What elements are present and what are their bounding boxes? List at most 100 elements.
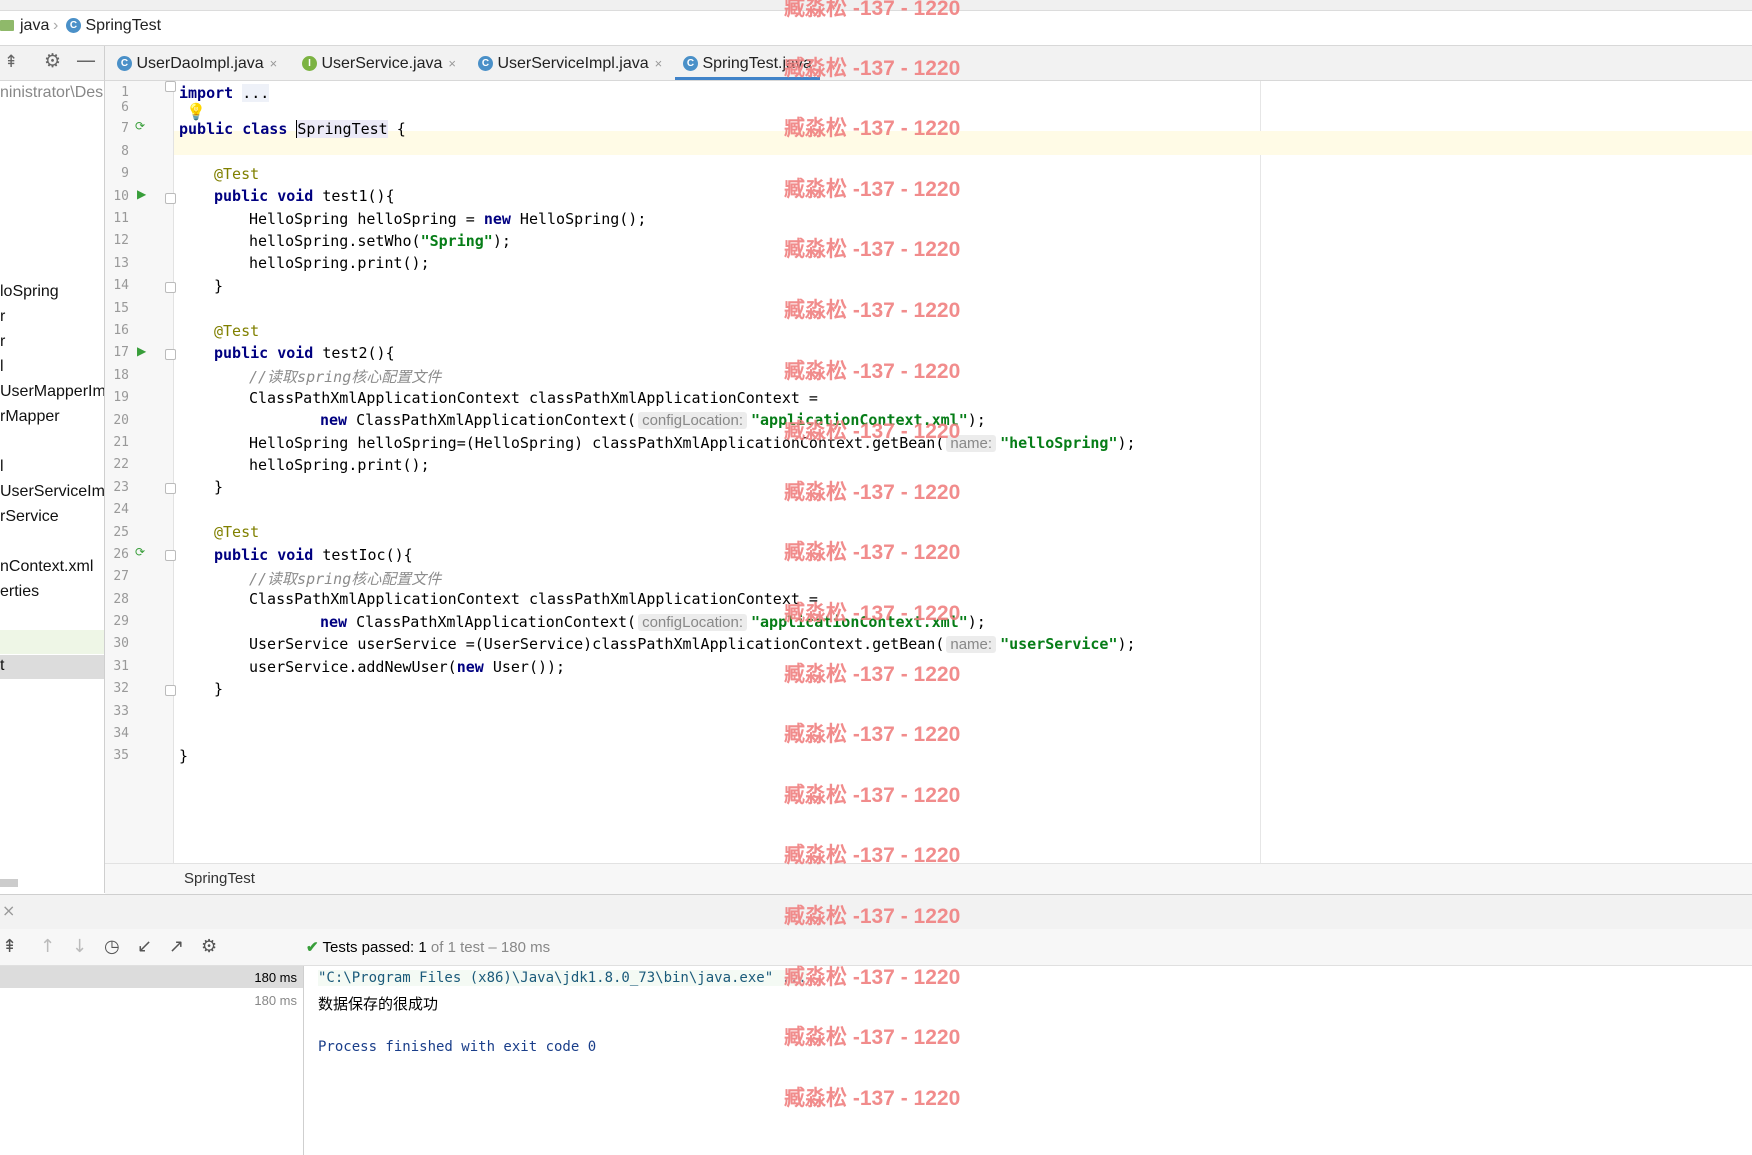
- export-tests-icon[interactable]: ↗: [169, 936, 184, 957]
- gear-icon[interactable]: ⚙: [44, 50, 61, 72]
- gear-icon[interactable]: ⚙: [201, 936, 217, 957]
- editor-breadcrumb-class[interactable]: SpringTest: [184, 870, 255, 887]
- code-line-31: userService.addNewUser(new User());: [249, 658, 566, 676]
- project-tree-item[interactable]: l: [0, 358, 4, 376]
- project-tree-item[interactable]: nContext.xml: [0, 558, 93, 576]
- line-number: 30: [113, 636, 129, 651]
- code-line-13: helloSpring.print();: [249, 254, 430, 272]
- fold-marker[interactable]: [165, 349, 176, 360]
- watermark-text: 臧淼松 -137 - 1220: [784, 0, 961, 20]
- line-number: 11: [113, 211, 129, 226]
- project-tree-item[interactable]: UserServiceIm: [0, 483, 104, 501]
- code-line-16: @Test: [214, 322, 260, 340]
- code-line-23: }: [214, 478, 224, 496]
- run-class-icon[interactable]: ⟳: [135, 119, 145, 133]
- run-test-icon[interactable]: ▶: [137, 344, 146, 358]
- run-test-icon[interactable]: ▶: [137, 187, 146, 201]
- project-tree-highlight: [0, 630, 104, 654]
- watermark-text: 臧淼松 -137 - 1220: [784, 360, 961, 383]
- test-status: ✔ Tests passed: 1 of 1 test – 180 ms: [306, 939, 551, 956]
- line-number: 13: [113, 256, 129, 271]
- watermark-text: 臧淼松 -137 - 1220: [784, 541, 961, 564]
- fold-marker[interactable]: [165, 282, 176, 293]
- test-results-tree: 180 ms 180 ms: [0, 966, 304, 1155]
- close-icon[interactable]: ×: [448, 56, 456, 71]
- fold-marker[interactable]: [165, 193, 176, 204]
- code-line-12: helloSpring.setWho("Spring");: [249, 232, 511, 250]
- parameter-hint: configLocation:: [638, 412, 747, 429]
- watermark-text: 臧淼松 -137 - 1220: [784, 784, 961, 807]
- project-tree-item[interactable]: rService: [0, 508, 59, 526]
- line-number: 29: [113, 614, 129, 629]
- line-number: 26: [113, 547, 129, 562]
- fold-marker[interactable]: [165, 81, 176, 92]
- test-tree-row[interactable]: 180 ms: [0, 989, 303, 1011]
- code-line-19: ClassPathXmlApplicationContext classPath…: [249, 389, 818, 407]
- collapse-all-icon[interactable]: ⇞: [2, 936, 17, 957]
- breadcrumb-item-java[interactable]: java: [20, 17, 49, 35]
- hide-panel-icon[interactable]: —: [76, 48, 96, 72]
- line-number: 9: [121, 166, 129, 181]
- current-line-highlight: [174, 131, 1752, 155]
- console-output[interactable]: "C:\Program Files (x86)\Java\jdk1.8.0_73…: [304, 966, 1752, 1155]
- project-tree-item[interactable]: loSpring: [0, 283, 59, 301]
- class-icon: C: [117, 56, 132, 72]
- code-line-25: @Test: [214, 523, 260, 541]
- console-line-output: 数据保存的很成功: [318, 995, 439, 1013]
- code-line-27: //读取spring核心配置文件: [249, 570, 442, 588]
- watermark-text: 臧淼松 -137 - 1220: [784, 117, 961, 140]
- code-line-28: ClassPathXmlApplicationContext classPath…: [249, 590, 818, 608]
- watermark-text: 臧淼松 -137 - 1220: [784, 481, 961, 504]
- lightbulb-icon[interactable]: 💡: [186, 102, 206, 121]
- line-number: 10: [113, 189, 129, 204]
- tab-userserviceimpl[interactable]: C UserServiceImpl.java ×: [478, 46, 662, 80]
- line-number: 6: [121, 100, 129, 115]
- watermark-text: 臧淼松 -137 - 1220: [784, 844, 961, 867]
- project-tree-item[interactable]: UserMapperIm: [0, 383, 104, 401]
- arrow-up-icon[interactable]: ↑: [40, 936, 55, 957]
- tab-userdaoimpl[interactable]: C UserDaoImpl.java ×: [117, 46, 277, 80]
- parameter-hint: name:: [946, 636, 997, 653]
- watermark-text: 臧淼松 -137 - 1220: [784, 178, 961, 201]
- close-icon[interactable]: ×: [270, 56, 278, 71]
- project-tree-selected[interactable]: t: [0, 655, 104, 679]
- test-tree-row-selected[interactable]: 180 ms: [0, 966, 303, 988]
- check-icon: ✔: [306, 939, 319, 956]
- watermark-text: 臧淼松 -137 - 1220: [784, 420, 961, 443]
- fold-marker[interactable]: [165, 685, 176, 696]
- horizontal-scrollbar[interactable]: [0, 879, 18, 887]
- project-tree-item[interactable]: r: [0, 333, 5, 351]
- console-line-exit: Process finished with exit code 0: [318, 1039, 597, 1055]
- history-icon[interactable]: ◷: [104, 936, 120, 957]
- project-tree-item[interactable]: erties: [0, 583, 39, 601]
- code-line-22: helloSpring.print();: [249, 456, 430, 474]
- code-line-7: public class SpringTest {: [179, 120, 406, 138]
- line-number: 8: [121, 144, 129, 159]
- code-line-32: }: [214, 680, 224, 698]
- fold-marker[interactable]: [165, 550, 176, 561]
- collapse-all-icon[interactable]: ⇞: [4, 52, 18, 72]
- console-line-command: "C:\Program Files (x86)\Java\jdk1.8.0_73…: [318, 970, 807, 986]
- watermark-text: 臧淼松 -137 - 1220: [784, 299, 961, 322]
- project-tree-item[interactable]: l: [0, 458, 4, 476]
- run-test-icon[interactable]: ⟳: [135, 545, 145, 559]
- fold-marker[interactable]: [165, 483, 176, 494]
- project-path: ninistrator\Des: [0, 84, 104, 101]
- watermark-text: 臧淼松 -137 - 1220: [784, 1026, 961, 1049]
- line-number: 17: [113, 345, 129, 360]
- line-number: 21: [113, 435, 129, 450]
- import-tests-icon[interactable]: ↙: [137, 936, 152, 957]
- close-icon[interactable]: ×: [655, 56, 663, 71]
- project-tree-item[interactable]: rMapper: [0, 408, 60, 426]
- tab-userservice[interactable]: I UserService.java ×: [302, 46, 456, 80]
- project-panel: ninistrator\Des loSpring r r l UserMappe…: [0, 81, 105, 893]
- right-margin-guide: [1260, 81, 1261, 863]
- breadcrumb-item-springtest[interactable]: C SpringTest: [66, 17, 161, 35]
- project-tree-item[interactable]: r: [0, 308, 5, 326]
- line-number: 28: [113, 592, 129, 607]
- close-icon[interactable]: ×: [2, 901, 15, 920]
- line-number: 24: [113, 502, 129, 517]
- watermark-text: 臧淼松 -137 - 1220: [784, 905, 961, 928]
- arrow-down-icon[interactable]: ↓: [72, 936, 87, 957]
- line-number: 14: [113, 278, 129, 293]
